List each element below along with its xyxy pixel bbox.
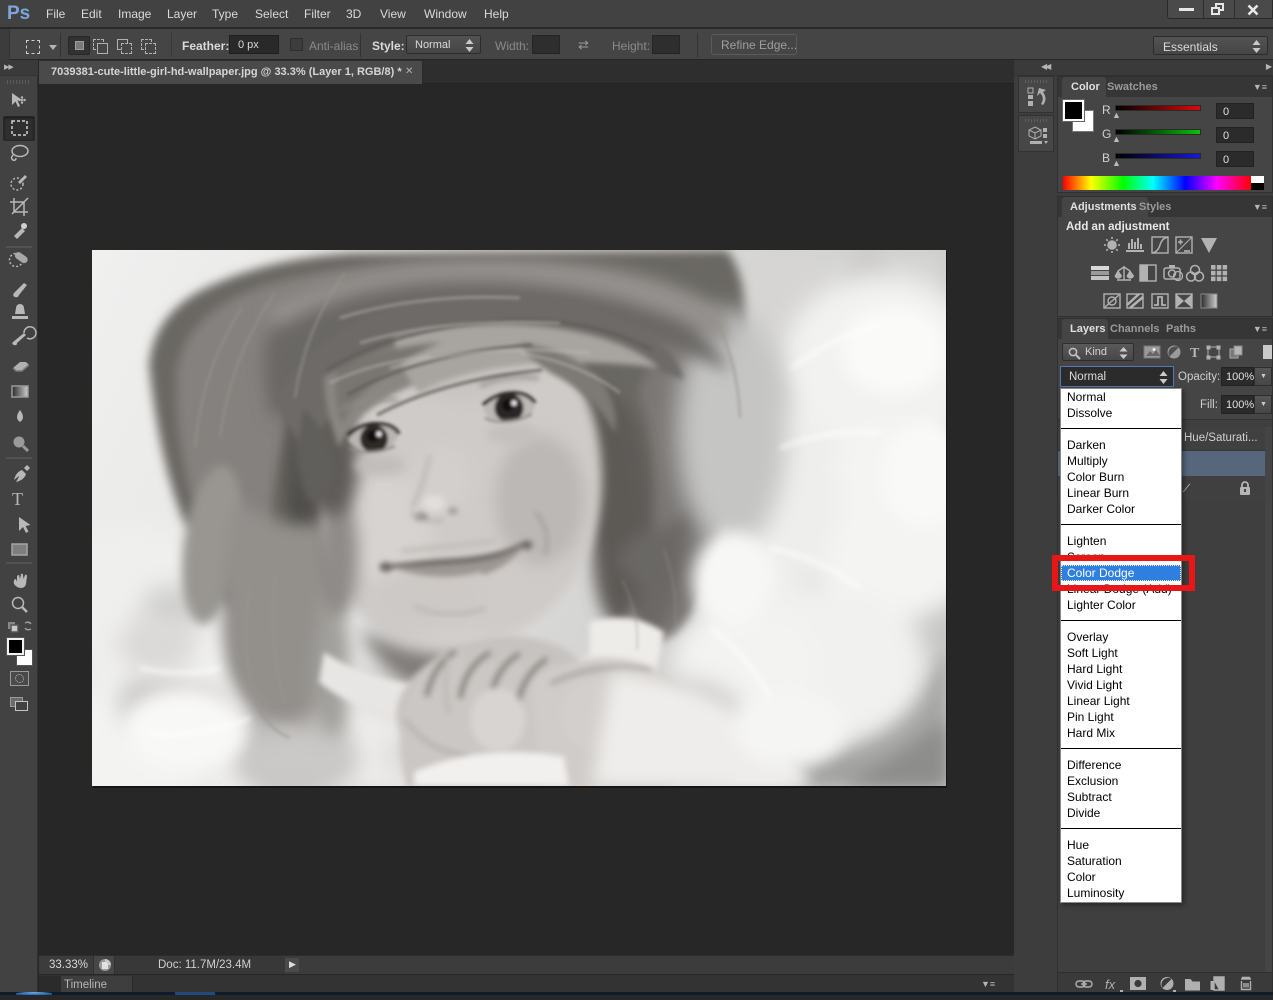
svg-text:T: T <box>12 489 23 509</box>
svg-text:fx: fx <box>1105 977 1116 992</box>
svg-text:T: T <box>1190 346 1200 361</box>
